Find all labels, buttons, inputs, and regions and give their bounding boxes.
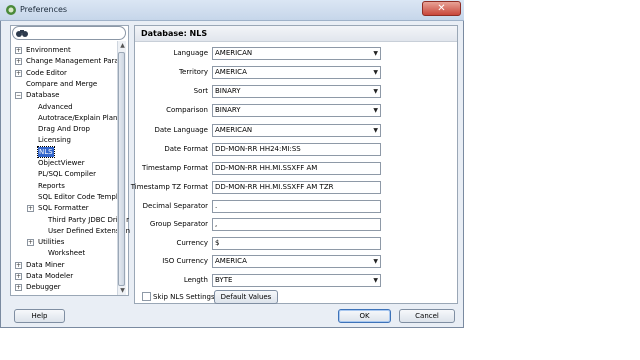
tree-item-label: Worksheet [48,249,86,258]
expand-icon[interactable]: + [15,273,22,280]
tree-item-label: SQL Formatter [38,204,89,213]
field-label: Date Language [154,126,208,134]
field-select[interactable]: AMERICAN ▼ [212,124,381,137]
field-value: BYTE [215,276,233,284]
field-input[interactable]: DD-MON-RR HH.MI.SSXFF AM TZR [212,181,381,194]
field-label: Length [183,276,208,284]
field-value: DD-MON-RR HH.MI.SSXFF AM TZR [215,183,334,191]
tree-item-label: ObjectViewer [38,159,85,167]
tree-item-label: PL/SQL Compiler [38,170,97,179]
tree-item-label: Utilities [38,238,65,247]
field-label: Sort [193,87,208,95]
field-value: AMERICA [215,68,247,76]
field-value: AMERICA [215,257,247,265]
tree-item-label: Data Miner [26,260,65,269]
field-select[interactable]: BYTE ▼ [212,274,381,287]
field-value: DD-MON-RR HH.MI.SSXFF AM [215,164,318,172]
tree-item-label: Database [26,91,60,100]
help-button[interactable]: Help [14,309,65,323]
expand-icon[interactable]: + [15,47,22,54]
tree-item-label: Advanced [38,102,73,111]
tree-item-label: Reports [38,181,65,190]
default-values-button[interactable]: Default Values [214,290,278,304]
scroll-down-icon[interactable]: ▼ [119,287,126,294]
field-value: DD-MON-RR HH24:MI:SS [215,145,301,153]
skip-nls-label: Skip NLS Settings [153,293,215,301]
tree-item-label: Environment [26,46,71,54]
field-input[interactable]: $ [212,237,381,250]
field-select[interactable]: AMERICAN ▼ [212,47,381,60]
field-value: . [215,202,218,210]
field-label: Date Format [164,145,208,153]
field-select[interactable]: BINARY ▼ [212,104,381,117]
field-label: Timestamp Format [142,164,208,172]
field-input[interactable]: , [212,218,381,231]
dropdown-arrow-icon[interactable]: ▼ [373,67,378,78]
expand-icon[interactable]: + [15,58,22,66]
collapse-icon[interactable]: − [15,92,22,100]
skip-nls-checkbox[interactable] [142,292,151,301]
dropdown-arrow-icon[interactable]: ▼ [373,105,378,116]
field-label: Territory [178,68,208,76]
cancel-button[interactable]: Cancel [399,309,455,323]
field-label: Timestamp TZ Format [130,183,208,191]
expand-icon[interactable]: + [27,239,34,247]
field-value: BINARY [215,87,241,95]
tree-item-label: Code Editor [26,68,67,77]
tree-item-label: Debugger [26,283,61,292]
field-value: $ [215,239,220,247]
app-icon [6,5,16,15]
tree-item-label: Compare and Merge [26,79,98,88]
panel-title: Database: NLS [141,29,208,38]
field-label: Decimal Separator [142,202,208,210]
expand-icon[interactable]: + [15,284,22,292]
field-label: Currency [176,239,208,247]
tree-item-label: Drag And Drop [38,125,90,134]
field-value: AMERICAN [215,126,253,134]
ok-button[interactable]: OK [338,309,391,323]
field-input[interactable]: DD-MON-RR HH.MI.SSXFF AM [212,162,381,175]
field-value: , [215,220,218,228]
tree-item-label: NLS [37,145,55,158]
expand-icon[interactable]: + [15,261,22,269]
expand-icon[interactable]: + [27,205,34,213]
field-select[interactable]: AMERICA ▼ [212,255,381,268]
search-input[interactable] [12,26,126,40]
binoculars-icon[interactable] [15,28,29,38]
field-value: BINARY [215,106,241,114]
field-value: AMERICAN [215,49,253,57]
title-bar[interactable] [0,0,464,21]
dropdown-arrow-icon[interactable]: ▼ [373,125,378,136]
close-icon: ✕ [437,3,446,14]
tree-item-label: Licensing [38,136,71,145]
dropdown-arrow-icon[interactable]: ▼ [373,275,378,286]
dropdown-arrow-icon[interactable]: ▼ [373,86,378,97]
close-button[interactable]: ✕ [422,1,461,16]
tree-item-label: Data Modeler [26,272,74,280]
field-label: Group Separator [149,220,208,228]
field-input[interactable]: . [212,200,381,213]
window-title: Preferences [20,5,68,14]
field-label: ISO Currency [162,257,208,265]
field-label: Comparison [166,106,208,114]
field-label: Language [173,49,208,57]
dropdown-arrow-icon[interactable]: ▼ [373,256,378,267]
field-select[interactable]: AMERICA ▼ [212,66,381,79]
field-select[interactable]: BINARY ▼ [212,85,381,98]
dropdown-arrow-icon[interactable]: ▼ [373,48,378,59]
field-input[interactable]: DD-MON-RR HH24:MI:SS [212,143,381,156]
expand-icon[interactable]: + [15,69,22,77]
